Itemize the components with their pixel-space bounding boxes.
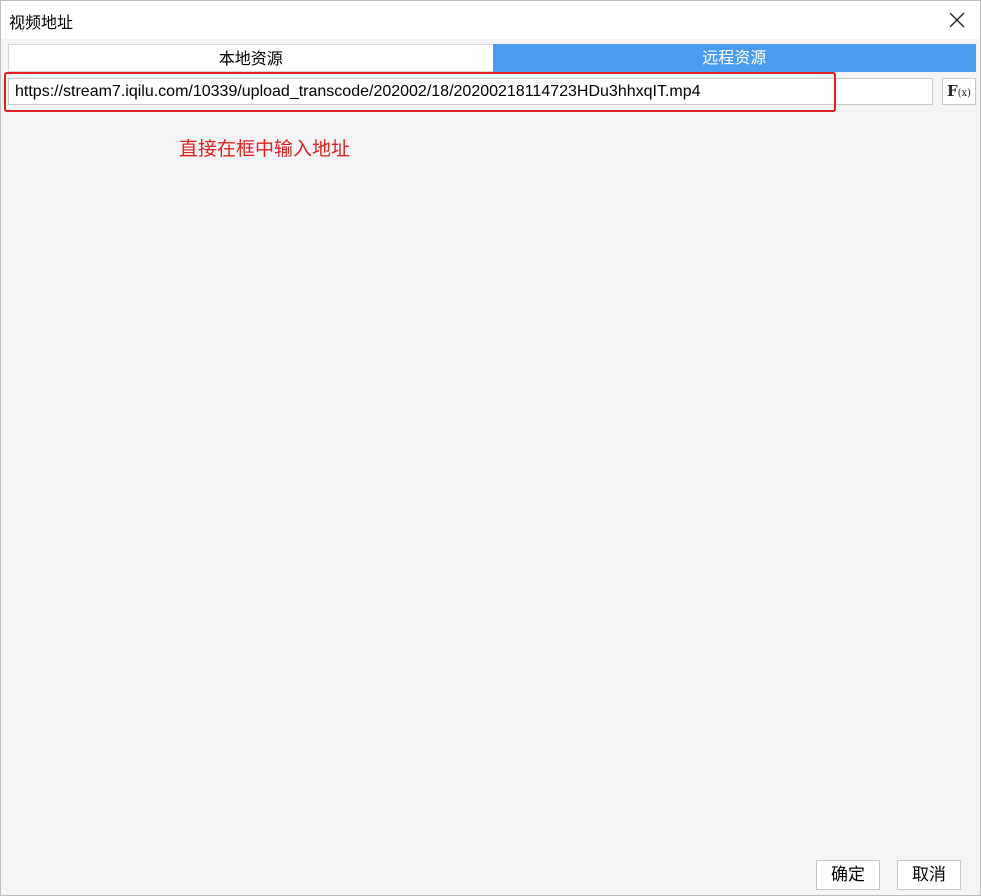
close-icon [949,12,965,28]
cancel-button[interactable]: 取消 [897,860,961,890]
tab-remote-resource[interactable]: 远程资源 [492,44,976,72]
url-row: F(x) [8,78,976,105]
ok-button[interactable]: 确定 [816,860,880,890]
close-button[interactable] [942,5,972,35]
formula-icon: F(x) [946,82,972,100]
tab-local-resource[interactable]: 本地资源 [8,44,493,72]
url-input[interactable] [8,78,933,105]
resource-tabs: 本地资源 远程资源 [8,44,976,72]
title-bar: 视频地址 [1,1,980,39]
formula-button[interactable]: F(x) [942,78,976,105]
annotation-text: 直接在框中输入地址 [179,138,351,160]
dialog-title: 视频地址 [9,13,74,32]
video-url-dialog: 视频地址 本地资源 远程资源 F(x) 直接在框中输入地址 确定 取消 [0,0,981,896]
